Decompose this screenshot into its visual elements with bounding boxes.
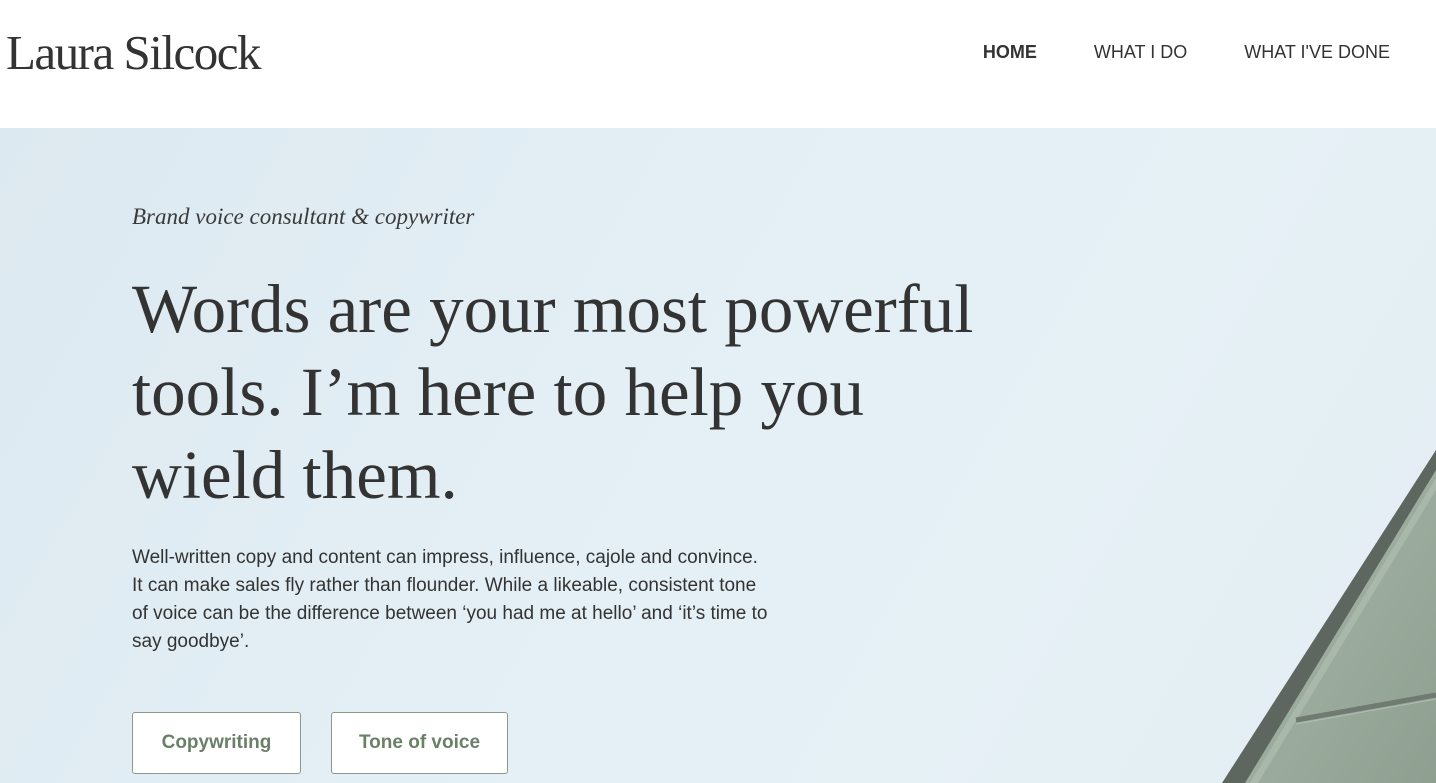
site-header: Laura Silcock HOME WHAT I DO WHAT I'VE D… (0, 0, 1436, 128)
main-nav: HOME WHAT I DO WHAT I'VE DONE (983, 40, 1390, 64)
hero-section: Brand voice consultant & copywriter Word… (0, 128, 1436, 783)
tone-of-voice-button[interactable]: Tone of voice (331, 712, 508, 774)
hero-eyebrow: Brand voice consultant & copywriter (132, 204, 475, 229)
nav-item-what-ive-done[interactable]: WHAT I'VE DONE (1244, 40, 1390, 64)
hero-body-text: Well-written copy and content can impres… (132, 547, 768, 652)
site-logo[interactable]: Laura Silcock (6, 24, 261, 82)
nav-item-home[interactable]: HOME (983, 40, 1037, 64)
hero-headline: Words are your most powerful tools. I’m … (132, 271, 974, 513)
copywriting-button[interactable]: Copywriting (132, 712, 301, 774)
nav-item-what-i-do[interactable]: WHAT I DO (1094, 40, 1187, 64)
